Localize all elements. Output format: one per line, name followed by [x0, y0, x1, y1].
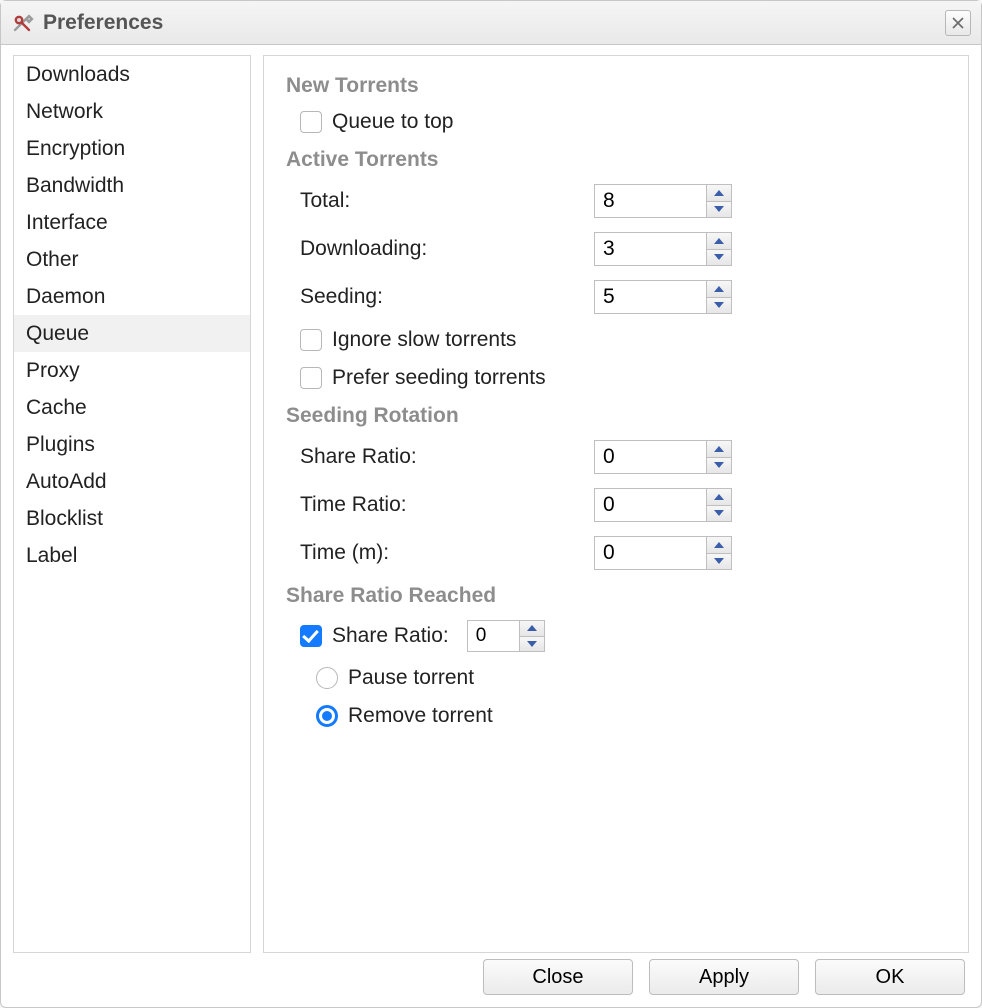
label-seeding: Seeding:	[300, 285, 594, 309]
label-time-ratio: Time Ratio:	[300, 493, 594, 517]
row-time-ratio: Time Ratio:	[286, 488, 946, 522]
input-seeding[interactable]	[594, 280, 706, 314]
row-action-remove: Remove torrent	[286, 704, 946, 728]
input-total[interactable]	[594, 184, 706, 218]
spinner-seeding	[594, 280, 732, 314]
sidebar-item-proxy[interactable]: Proxy	[14, 352, 250, 389]
preferences-dialog: Preferences DownloadsNetworkEncryptionBa…	[0, 0, 982, 1008]
spinner-rot-share-ratio	[594, 440, 732, 474]
checkbox-ignore-slow[interactable]	[300, 329, 322, 351]
sidebar-item-label[interactable]: Label	[14, 537, 250, 574]
sidebar-item-autoadd[interactable]: AutoAdd	[14, 463, 250, 500]
spinner-up-icon[interactable]	[707, 537, 731, 554]
label-downloading: Downloading:	[300, 237, 594, 261]
label-prefer-seeding[interactable]: Prefer seeding torrents	[332, 366, 546, 390]
input-downloading[interactable]	[594, 232, 706, 266]
label-remove-torrent[interactable]: Remove torrent	[348, 704, 493, 728]
section-active-torrents: Active Torrents	[286, 148, 946, 172]
row-downloading: Downloading:	[286, 232, 946, 266]
sidebar-item-other[interactable]: Other	[14, 241, 250, 278]
dialog-buttons: Close Apply OK	[483, 959, 965, 995]
section-seeding-rotation: Seeding Rotation	[286, 404, 946, 428]
input-rot-share-ratio[interactable]	[594, 440, 706, 474]
radio-remove-torrent[interactable]	[316, 705, 338, 727]
sidebar-item-encryption[interactable]: Encryption	[14, 130, 250, 167]
sidebar-item-interface[interactable]: Interface	[14, 204, 250, 241]
row-prefer-seeding: Prefer seeding torrents	[286, 366, 946, 390]
radio-pause-torrent[interactable]	[316, 667, 338, 689]
category-sidebar: DownloadsNetworkEncryptionBandwidthInter…	[13, 55, 251, 953]
close-window-button[interactable]	[945, 10, 971, 36]
input-time-m[interactable]	[594, 536, 706, 570]
spinner-up-icon[interactable]	[707, 185, 731, 202]
spinner-down-icon[interactable]	[707, 202, 731, 218]
spinner-total	[594, 184, 732, 218]
settings-panel: New Torrents Queue to top Active Torrent…	[263, 55, 969, 953]
spinner-up-icon[interactable]	[707, 233, 731, 250]
row-srr-enable: Share Ratio:	[286, 620, 946, 652]
label-total: Total:	[300, 189, 594, 213]
spinner-up-icon[interactable]	[520, 621, 544, 637]
spinner-up-icon[interactable]	[707, 441, 731, 458]
spinner-share-ratio-reached	[467, 620, 545, 652]
close-button[interactable]: Close	[483, 959, 633, 995]
sidebar-item-network[interactable]: Network	[14, 93, 250, 130]
row-rot-share-ratio: Share Ratio:	[286, 440, 946, 474]
titlebar: Preferences	[1, 1, 981, 45]
spinner-down-icon[interactable]	[707, 298, 731, 314]
section-new-torrents: New Torrents	[286, 74, 946, 98]
spinner-time-ratio	[594, 488, 732, 522]
spinner-down-icon[interactable]	[707, 250, 731, 266]
input-time-ratio[interactable]	[594, 488, 706, 522]
row-queue-to-top: Queue to top	[286, 110, 946, 134]
row-seeding: Seeding:	[286, 280, 946, 314]
spinner-down-icon[interactable]	[520, 637, 544, 652]
row-total: Total:	[286, 184, 946, 218]
sidebar-item-queue[interactable]: Queue	[14, 315, 250, 352]
sidebar-item-blocklist[interactable]: Blocklist	[14, 500, 250, 537]
input-share-ratio-reached[interactable]	[467, 620, 519, 652]
row-ignore-slow: Ignore slow torrents	[286, 328, 946, 352]
label-ignore-slow[interactable]: Ignore slow torrents	[332, 328, 516, 352]
checkbox-prefer-seeding[interactable]	[300, 367, 322, 389]
checkbox-share-ratio-reached[interactable]	[300, 625, 322, 647]
spinner-down-icon[interactable]	[707, 554, 731, 570]
row-time-m: Time (m):	[286, 536, 946, 570]
sidebar-item-bandwidth[interactable]: Bandwidth	[14, 167, 250, 204]
sidebar-item-plugins[interactable]: Plugins	[14, 426, 250, 463]
label-time-m: Time (m):	[300, 541, 594, 565]
label-share-ratio-reached[interactable]: Share Ratio:	[332, 624, 449, 648]
label-pause-torrent[interactable]: Pause torrent	[348, 666, 474, 690]
apply-button[interactable]: Apply	[649, 959, 799, 995]
window-title: Preferences	[43, 11, 163, 35]
sidebar-item-downloads[interactable]: Downloads	[14, 56, 250, 93]
spinner-time-m	[594, 536, 732, 570]
label-rot-share-ratio: Share Ratio:	[300, 445, 594, 469]
ok-button[interactable]: OK	[815, 959, 965, 995]
label-queue-to-top[interactable]: Queue to top	[332, 110, 453, 134]
spinner-downloading	[594, 232, 732, 266]
row-action-pause: Pause torrent	[286, 666, 946, 690]
sidebar-item-cache[interactable]: Cache	[14, 389, 250, 426]
spinner-down-icon[interactable]	[707, 458, 731, 474]
checkbox-queue-to-top[interactable]	[300, 111, 322, 133]
section-share-ratio-reached: Share Ratio Reached	[286, 584, 946, 608]
sidebar-item-daemon[interactable]: Daemon	[14, 278, 250, 315]
spinner-down-icon[interactable]	[707, 506, 731, 522]
preferences-icon	[9, 10, 35, 36]
spinner-up-icon[interactable]	[707, 281, 731, 298]
close-icon	[952, 17, 964, 29]
spinner-up-icon[interactable]	[707, 489, 731, 506]
